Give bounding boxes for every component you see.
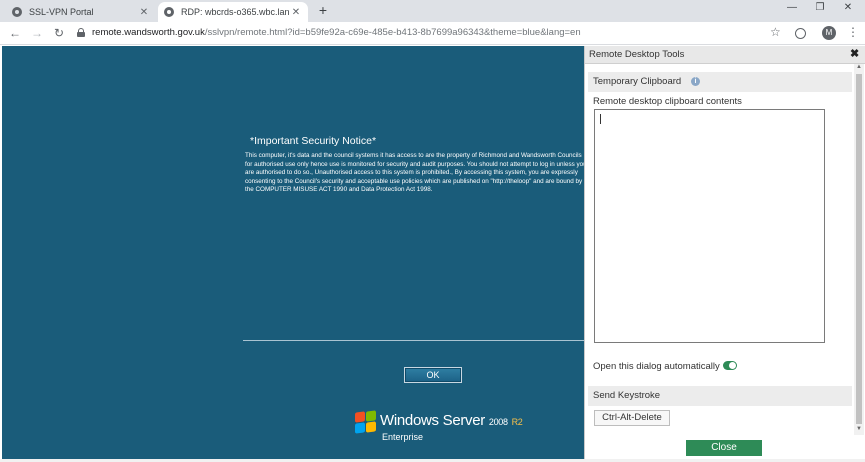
- panel-title: Remote Desktop Tools: [589, 49, 685, 60]
- keystroke-section-label: Send Keystroke: [593, 390, 661, 401]
- tab-rdp-session[interactable]: RDP: wbcrds-o365.wbc.lan ✕: [158, 2, 308, 22]
- clipboard-textarea[interactable]: [594, 109, 825, 343]
- tab-title: SSL-VPN Portal: [29, 7, 94, 17]
- tab-close-icon[interactable]: ✕: [138, 7, 150, 18]
- url-host: remote.wandsworth.gov.uk: [92, 27, 205, 38]
- minimize-icon[interactable]: —: [782, 2, 802, 13]
- info-icon[interactable]: i: [691, 77, 700, 86]
- browser-toolbar: ← → ↻ remote.wandsworth.gov.uk/sslvpn/re…: [0, 22, 865, 45]
- auto-open-toggle[interactable]: [723, 361, 737, 370]
- lock-icon[interactable]: [77, 28, 85, 37]
- security-notice-body: This computer, it's data and the council…: [245, 152, 584, 193]
- panel-close-icon[interactable]: ✖: [850, 47, 859, 60]
- clipboard-section-header: Temporary Clipboard i: [588, 72, 852, 92]
- tab-title: RDP: wbcrds-o365.wbc.lan: [181, 7, 290, 17]
- keystroke-section-header: Send Keystroke: [588, 386, 852, 406]
- restore-icon[interactable]: ❐: [810, 2, 830, 13]
- close-button[interactable]: Close: [686, 440, 762, 456]
- windows-edition: Enterprise: [382, 432, 424, 442]
- tab-ssl-vpn-portal[interactable]: SSL-VPN Portal ✕: [6, 2, 156, 22]
- ctrl-alt-delete-button[interactable]: Ctrl-Alt-Delete: [594, 410, 670, 426]
- tab-close-icon[interactable]: ✕: [290, 7, 302, 18]
- address-bar[interactable]: remote.wandsworth.gov.uk/sslvpn/remote.h…: [92, 27, 581, 38]
- globe-icon: [164, 7, 174, 17]
- reload-icon[interactable]: ↻: [52, 26, 66, 40]
- forward-icon[interactable]: →: [30, 26, 44, 40]
- windows-server-wordmark: Windows Server 2008 R2: [380, 412, 523, 429]
- scrollbar-thumb[interactable]: [856, 74, 862, 424]
- globe-icon: [12, 7, 22, 17]
- window-close-icon[interactable]: ✕: [838, 2, 858, 13]
- clipboard-section-label: Temporary Clipboard: [593, 76, 682, 87]
- auto-open-label: Open this dialog automatically: [593, 361, 720, 372]
- panel-scrollbar[interactable]: ▲ ▼: [854, 64, 864, 435]
- scroll-down-icon[interactable]: ▼: [855, 426, 863, 432]
- extension-icon[interactable]: [795, 28, 806, 39]
- bookmark-star-icon[interactable]: ☆: [770, 25, 781, 39]
- scroll-up-icon[interactable]: ▲: [855, 64, 863, 70]
- divider: [243, 340, 584, 341]
- browser-menu-icon[interactable]: ⋮: [847, 25, 859, 39]
- clipboard-field-label: Remote desktop clipboard contents: [593, 96, 742, 107]
- windows-server-logo: Windows Server 2008 R2 Enterprise: [355, 410, 525, 448]
- security-notice-title: *Important Security Notice*: [250, 135, 377, 147]
- back-icon[interactable]: ←: [8, 26, 22, 40]
- profile-avatar[interactable]: M: [822, 26, 836, 40]
- browser-tab-strip: SSL-VPN Portal ✕ RDP: wbcrds-o365.wbc.la…: [0, 0, 865, 22]
- ok-button[interactable]: OK: [404, 367, 462, 383]
- panel-header: Remote Desktop Tools ✖: [585, 46, 865, 64]
- windows-flag-icon: [355, 410, 377, 434]
- new-tab-button[interactable]: +: [315, 2, 331, 18]
- remote-desktop-canvas[interactable]: *Important Security Notice* This compute…: [2, 46, 584, 459]
- remote-desktop-tools-panel: Remote Desktop Tools ✖ Temporary Clipboa…: [584, 46, 865, 460]
- url-path: /sslvpn/remote.html?id=b59fe92a-c69e-485…: [204, 27, 581, 38]
